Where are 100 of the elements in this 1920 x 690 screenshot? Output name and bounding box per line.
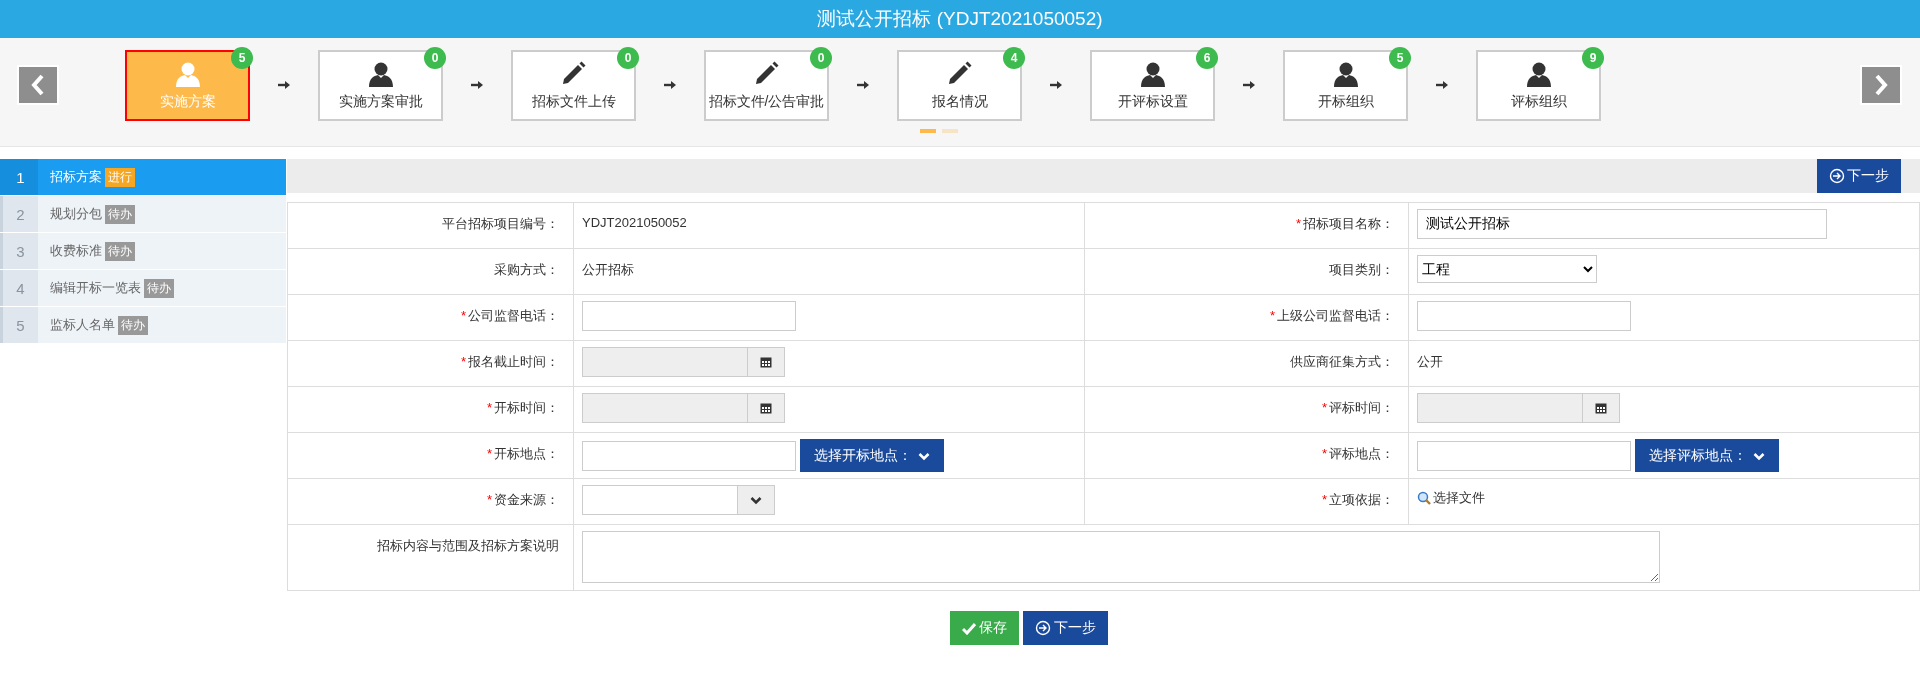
person-icon xyxy=(1332,60,1359,87)
arrow-right-icon xyxy=(1243,80,1255,90)
checkmark-icon xyxy=(961,621,976,635)
required-mark: * xyxy=(486,400,492,415)
count-badge: 0 xyxy=(810,46,832,69)
magnifier-icon xyxy=(1417,491,1431,505)
field-label: 供应商征集方式： xyxy=(1290,354,1394,369)
field-label: 上级公司监督电话： xyxy=(1277,308,1394,323)
status-tag: 待办 xyxy=(118,315,148,335)
date-field[interactable] xyxy=(582,347,785,377)
sidebar-item[interactable]: 4 编辑开标一览表 待办 xyxy=(0,270,286,307)
arrow-circle-right-icon xyxy=(1034,620,1051,636)
arrow-right-icon xyxy=(1436,80,1448,90)
chevron-right-icon xyxy=(1874,74,1888,96)
field-label: 招标项目名称： xyxy=(1303,216,1394,231)
person-icon xyxy=(174,60,201,87)
calendar-icon xyxy=(760,356,772,368)
choose-file-link[interactable]: 选择文件 xyxy=(1417,485,1485,507)
calendar-icon xyxy=(760,402,772,414)
arrow-right-icon xyxy=(1050,80,1062,90)
field-label: 项目类别： xyxy=(1329,262,1394,277)
step-label: 招标文件/公告审批 xyxy=(708,92,825,111)
sidebar-item[interactable]: 2 规划分包 待办 xyxy=(0,196,286,233)
person-icon xyxy=(367,60,394,87)
field-value: 公开 xyxy=(1417,353,1443,371)
step-label: 实施方案 xyxy=(159,92,216,111)
field-label: 开标地点： xyxy=(494,446,559,461)
text-area[interactable] xyxy=(582,531,1660,583)
field-label: 公司监督电话： xyxy=(468,308,559,323)
step-tile[interactable]: 招标文件上传 0 xyxy=(511,49,636,121)
count-badge: 0 xyxy=(424,46,446,69)
item-label: 招标方案 xyxy=(50,168,102,186)
count-badge: 5 xyxy=(1389,46,1411,69)
required-mark: * xyxy=(460,308,466,323)
step-number: 2 xyxy=(0,196,38,232)
next-step-button[interactable]: 下一步 xyxy=(1022,611,1108,645)
step-tile[interactable]: 开标组织 5 xyxy=(1283,49,1408,121)
text-field[interactable] xyxy=(582,440,796,471)
step-tile[interactable]: 评标组织 9 xyxy=(1476,49,1601,121)
arrow-right-icon xyxy=(471,80,483,90)
step-label: 评标组织 xyxy=(1510,92,1567,111)
text-field[interactable]: 测试公开招标 xyxy=(1417,209,1827,239)
item-label: 规划分包 xyxy=(50,205,102,223)
item-label: 监标人名单 xyxy=(50,316,115,334)
status-tag: 待办 xyxy=(105,204,135,224)
field-label: 开标时间： xyxy=(494,400,559,415)
step-tile[interactable]: 开评标设置 6 xyxy=(1090,49,1215,121)
step-tile[interactable]: 实施方案审批 0 xyxy=(318,49,443,121)
next-step-button[interactable]: 下一步 xyxy=(1817,159,1901,193)
field-value: YDJT2021050052 xyxy=(582,214,687,230)
required-mark: * xyxy=(460,354,466,369)
field-label: 资金来源： xyxy=(494,492,559,507)
date-field[interactable] xyxy=(1417,393,1620,423)
item-label: 收费标准 xyxy=(50,242,102,260)
chevron-down-icon xyxy=(918,450,930,461)
count-badge: 6 xyxy=(1196,46,1218,69)
field-value: 公开招标 xyxy=(582,261,634,279)
step-number: 5 xyxy=(0,307,38,343)
choose-location-button[interactable]: 选择开标地点： xyxy=(800,439,944,472)
step-label: 实施方案审批 xyxy=(338,92,423,111)
step-number: 3 xyxy=(0,233,38,269)
required-mark: * xyxy=(486,492,492,507)
dropdown[interactable]: 工程 xyxy=(1417,255,1597,283)
chevron-left-icon xyxy=(31,74,45,96)
sidebar-item[interactable]: 1 招标方案 进行 xyxy=(0,159,286,196)
required-mark: * xyxy=(1321,492,1327,507)
count-badge: 9 xyxy=(1582,46,1604,69)
text-field[interactable] xyxy=(1417,301,1631,331)
step-label: 开标组织 xyxy=(1317,92,1374,111)
step-tile[interactable]: 招标文件/公告审批 0 xyxy=(704,49,829,121)
field-label: 评标地点： xyxy=(1329,446,1394,461)
status-tag: 进行 xyxy=(105,167,135,187)
step-number: 4 xyxy=(0,270,38,306)
previous-button[interactable] xyxy=(17,65,59,105)
chevron-down-icon xyxy=(750,495,762,505)
count-badge: 0 xyxy=(617,46,639,69)
next-arrow-button[interactable] xyxy=(1860,65,1902,105)
required-mark: * xyxy=(1321,446,1327,461)
person-icon xyxy=(1139,60,1166,87)
arrow-circle-right-icon xyxy=(1829,168,1845,184)
text-field[interactable] xyxy=(582,301,796,331)
count-badge: 5 xyxy=(231,46,253,69)
person-icon xyxy=(1525,60,1552,87)
sidebar-item[interactable]: 5 监标人名单 待办 xyxy=(0,307,286,344)
required-mark: * xyxy=(486,446,492,461)
chevron-down-icon xyxy=(1753,450,1765,461)
date-field[interactable] xyxy=(582,393,785,423)
required-mark: * xyxy=(1295,216,1301,231)
calendar-icon xyxy=(1595,402,1607,414)
sidebar-item[interactable]: 3 收费标准 待办 xyxy=(0,233,286,270)
step-tile[interactable]: 报名情况 4 xyxy=(897,49,1022,121)
field-label: 立项依据： xyxy=(1329,492,1394,507)
item-label: 编辑开标一览表 xyxy=(50,279,141,297)
text-field[interactable] xyxy=(1417,440,1631,471)
arrow-right-icon xyxy=(278,80,290,90)
choose-location-button[interactable]: 选择评标地点： xyxy=(1635,439,1779,472)
required-mark: * xyxy=(1321,400,1327,415)
combo-field[interactable] xyxy=(582,485,775,515)
window-title: 测试公开招标 (YDJT2021050052) xyxy=(817,7,1103,31)
status-tag: 待办 xyxy=(144,278,174,298)
